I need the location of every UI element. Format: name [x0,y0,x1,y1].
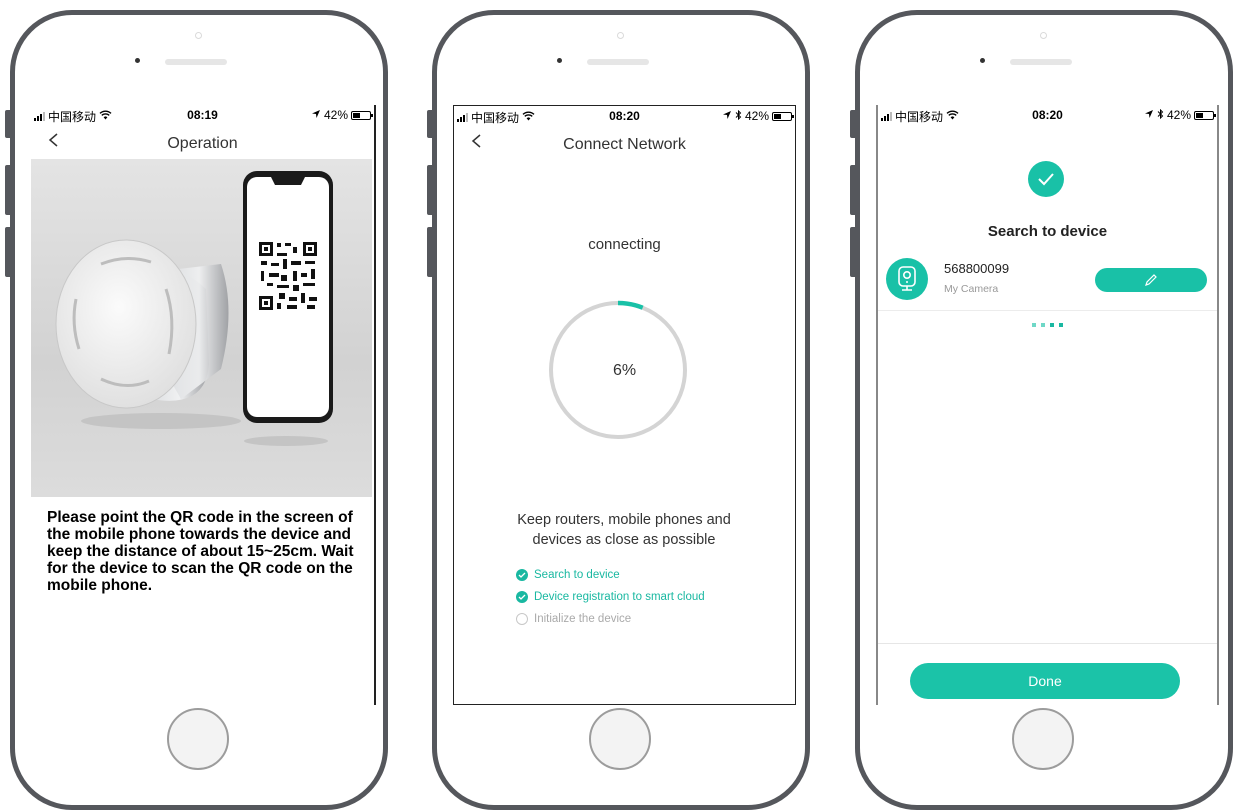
check-circle-icon [1028,161,1064,197]
volume-down-button [5,227,10,277]
empty-circle-icon [516,613,528,625]
screen-search-to-device: 中国移动 08:20 42% Search to device 56880009… [876,105,1219,705]
nav-bar: Connect Network [454,126,795,162]
location-icon [722,109,732,123]
device-id: 568800099 [944,261,1010,276]
loading-indicator [878,323,1217,327]
step-label: Initialize the device [534,613,632,625]
proximity-sensor [557,58,562,63]
instruction-text: Please point the QR code in the screen o… [47,509,354,594]
screen-connect-network: 中国移动 08:20 42% Connect Network connectin… [453,105,796,705]
bluetooth-icon [1157,108,1164,122]
phone-frame-search-result: 中国移动 08:20 42% Search to device 56880009… [850,10,1233,810]
page-title: Connect Network [563,136,686,153]
home-button[interactable] [1012,708,1074,770]
location-icon [1144,108,1154,122]
front-camera [1040,32,1047,39]
step-label: Device registration to smart cloud [534,591,705,603]
proximity-tip: Keep routers, mobile phones and devices … [517,512,731,548]
volume-up-button [5,165,10,215]
check-circle-icon [516,591,528,603]
battery-icon [351,110,373,120]
earpiece-speaker [587,59,649,65]
pencil-icon [1145,274,1157,286]
proximity-sensor [980,58,985,63]
status-bar: 中国移动 08:20 42% [454,106,795,126]
divider [878,643,1217,644]
step-item: Device registration to smart cloud [516,586,705,608]
home-button[interactable] [167,708,229,770]
device-name: My Camera [944,283,999,295]
mute-switch [427,110,432,138]
nav-bar: Operation [31,125,374,161]
proximity-sensor [135,58,140,63]
phone-frame-operation: 中国移动 08:19 42% Operation Please point th… [5,10,388,810]
volume-up-button [850,165,855,215]
front-camera [617,32,624,39]
progress-percent: 6% [612,362,637,379]
earpiece-speaker [1010,59,1072,65]
done-button[interactable]: Done [910,663,1180,699]
step-label: Search to device [534,569,620,581]
screen-operation: 中国移动 08:19 42% Operation Please point th… [31,105,376,705]
device-list-item[interactable]: 568800099 My Camera [878,250,1217,311]
earpiece-speaker [165,59,227,65]
status-bar: 中国移动 08:19 42% [31,105,374,125]
volume-down-button [427,227,432,277]
page-title: Operation [167,135,238,152]
device-illustration [31,159,372,497]
home-button[interactable] [589,708,651,770]
step-item: Search to device [516,564,705,586]
result-title: Search to device [987,223,1108,240]
battery-icon [772,111,794,121]
status-bar: 中国移动 08:20 42% [878,105,1217,125]
phone-frame-connect: 中国移动 08:20 42% Connect Network connectin… [427,10,810,810]
location-icon [311,108,321,122]
volume-down-button [850,227,855,277]
connecting-label: connecting [588,236,661,253]
battery-icon [1194,110,1216,120]
battery-percent: 42% [744,109,769,123]
battery-percent: 42% [1166,108,1191,122]
camera-icon [886,258,928,300]
battery-percent: 42% [323,108,348,122]
mute-switch [850,110,855,138]
step-list: Search to device Device registration to … [516,564,705,630]
front-camera [195,32,202,39]
bluetooth-icon [735,109,742,123]
edit-device-button[interactable] [1095,268,1207,292]
mute-switch [5,110,10,138]
volume-up-button [427,165,432,215]
check-circle-icon [516,569,528,581]
step-item: Initialize the device [516,608,705,630]
